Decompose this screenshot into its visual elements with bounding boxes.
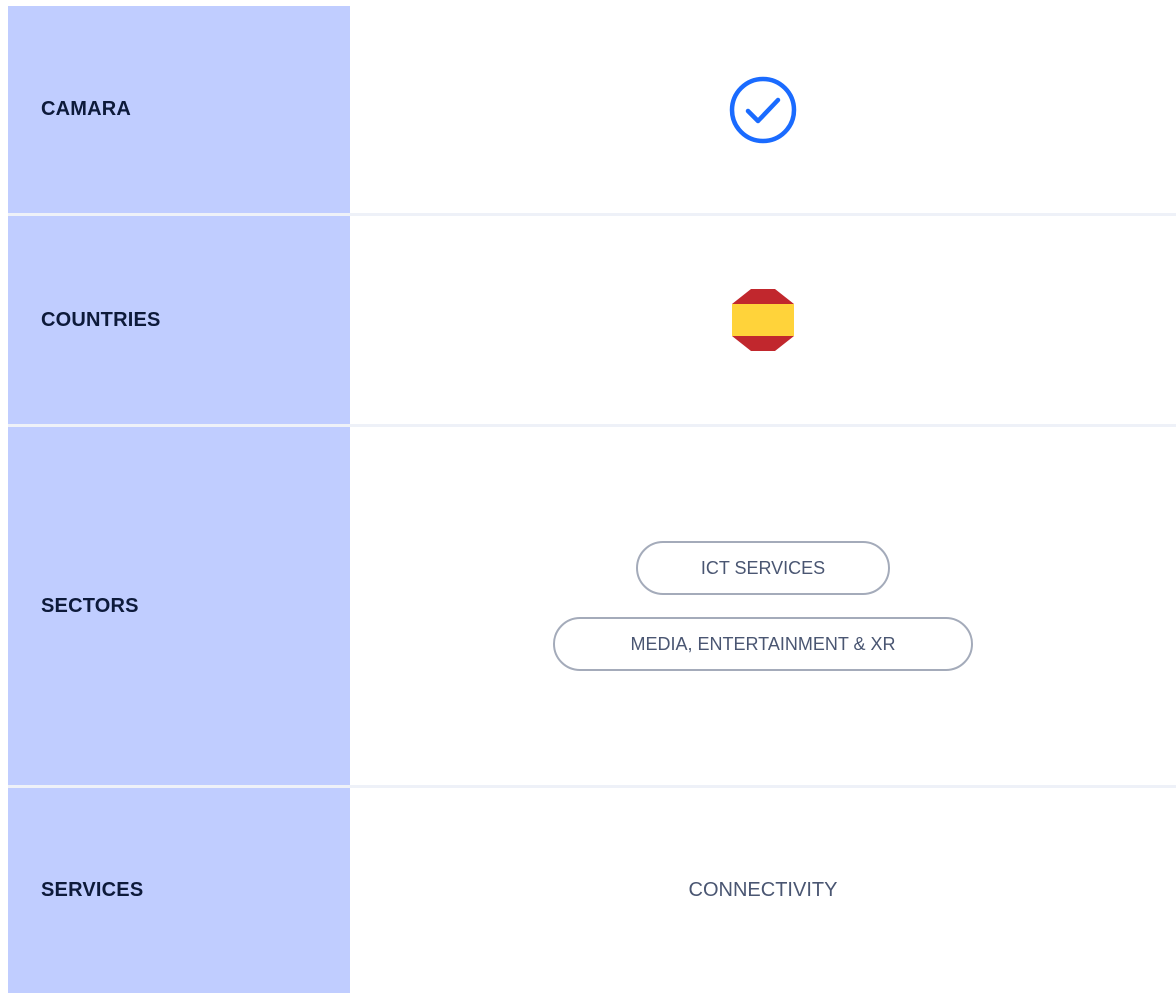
row-label-sectors: SECTORS bbox=[41, 594, 139, 617]
row-camara: CAMARA bbox=[8, 6, 1176, 216]
sector-chip-ict-services[interactable]: ICT SERVICES bbox=[636, 541, 890, 595]
row-label-camara: CAMARA bbox=[41, 98, 132, 120]
spain-flag-icon bbox=[731, 288, 795, 352]
row-label-services: SERVICES bbox=[41, 879, 144, 901]
row-countries: COUNTRIES bbox=[8, 216, 1176, 427]
row-value-cell: CONNECTIVITY bbox=[350, 788, 1176, 993]
row-label-countries: COUNTRIES bbox=[41, 308, 161, 331]
check-circle-icon bbox=[728, 75, 798, 145]
service-value-connectivity: CONNECTIVITY bbox=[688, 879, 838, 901]
row-label-cell: SERVICES bbox=[8, 788, 350, 993]
row-label-cell: COUNTRIES bbox=[8, 216, 350, 424]
row-value-cell: ICT SERVICES MEDIA, ENTERTAINMENT & XR bbox=[350, 427, 1176, 785]
sector-chip-media-entertainment-xr[interactable]: MEDIA, ENTERTAINMENT & XR bbox=[553, 617, 973, 671]
row-services: SERVICES CONNECTIVITY bbox=[8, 788, 1176, 993]
row-value-cell bbox=[350, 216, 1176, 424]
details-table: CAMARA COUNTRIES SECTORS ICT SERVICES ME… bbox=[8, 6, 1176, 993]
row-label-cell: SECTORS bbox=[8, 427, 350, 785]
row-sectors: SECTORS ICT SERVICES MEDIA, ENTERTAINMEN… bbox=[8, 427, 1176, 788]
row-value-cell bbox=[350, 6, 1176, 213]
row-label-cell: CAMARA bbox=[8, 6, 350, 213]
